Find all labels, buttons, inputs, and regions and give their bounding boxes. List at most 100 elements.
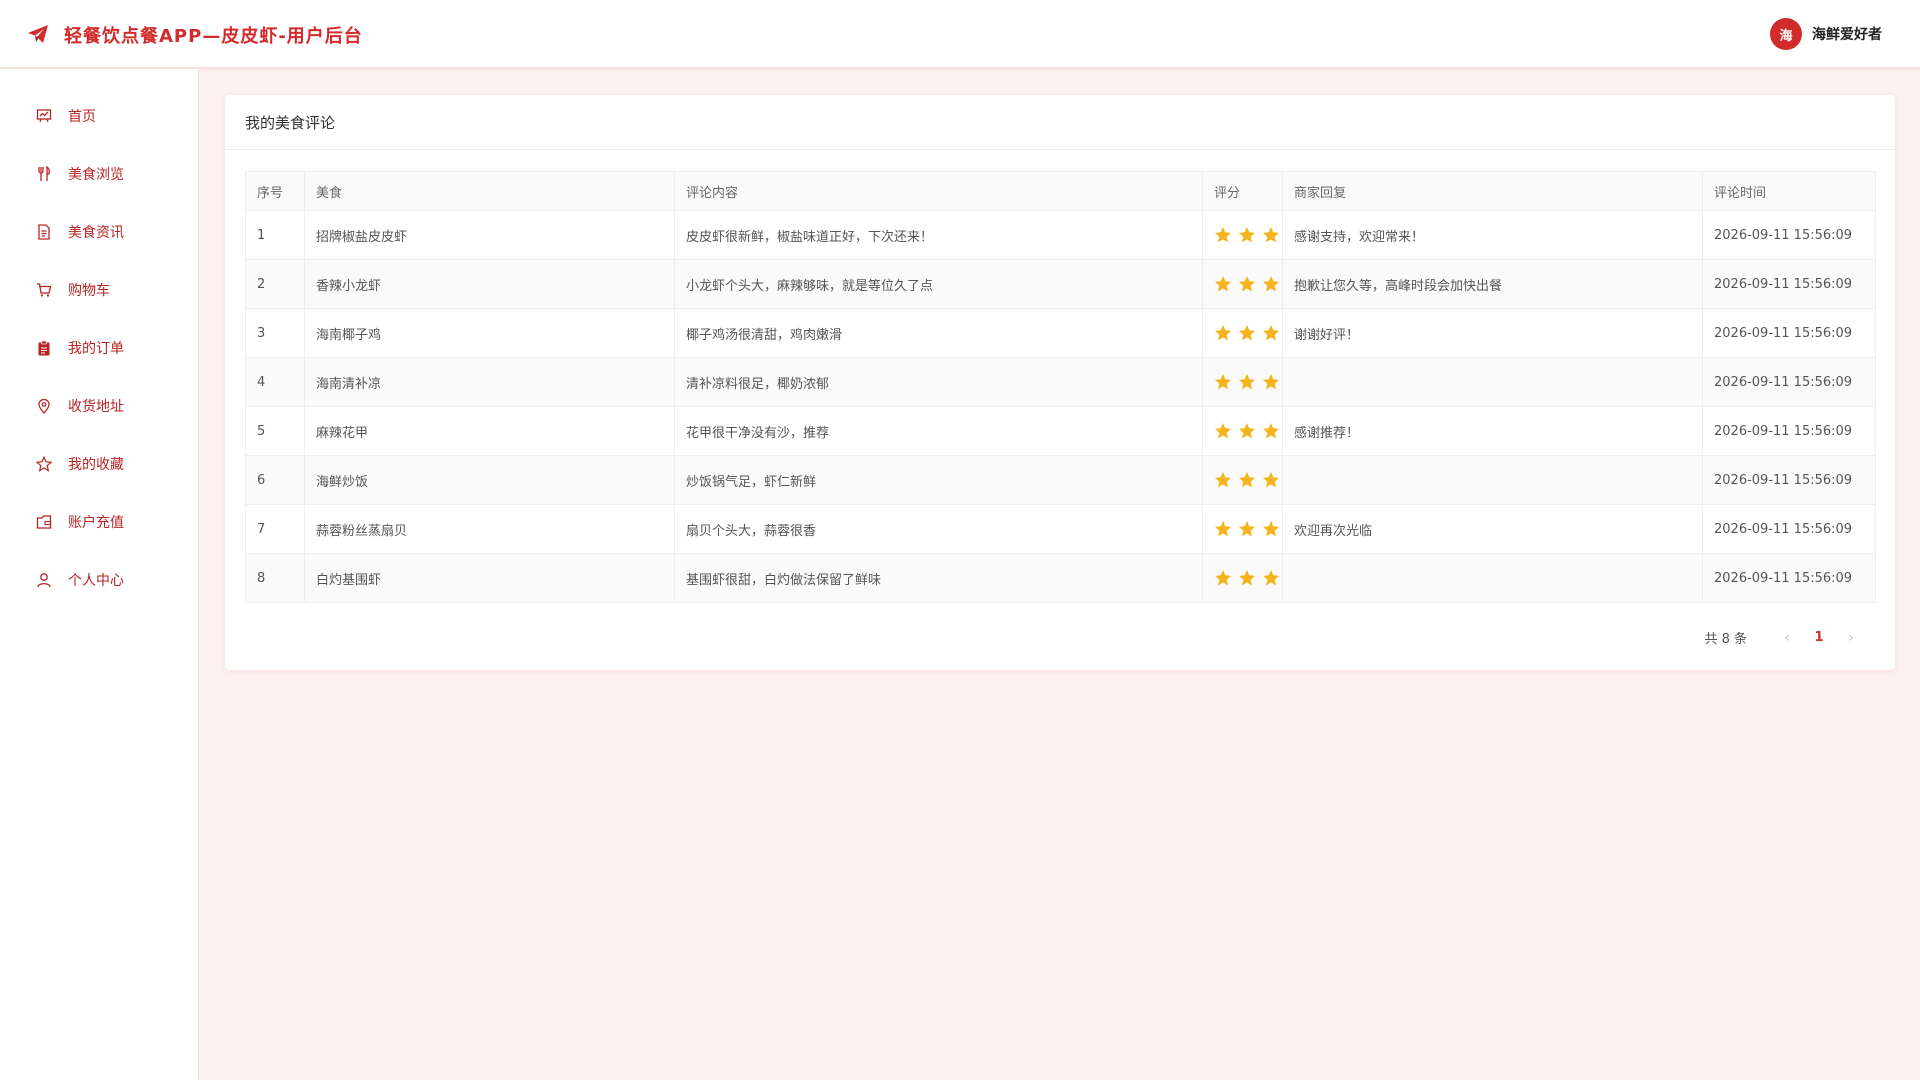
home-board-icon: [36, 108, 52, 124]
star-filled-icon: [1239, 227, 1255, 243]
table-row: 5 麻辣花甲 花甲很干净没有沙，推荐 感谢推荐！ 2026-09-11 15:56:09: [245, 406, 1876, 456]
sidebar-item-label: 美食浏览: [68, 167, 124, 183]
cell-comment: 清补凉料很足，椰奶浓郁: [674, 357, 1203, 407]
star-filled-icon: [1239, 374, 1255, 390]
cell-rating: [1202, 308, 1283, 358]
cell-food: 蒜蓉粉丝蒸扇贝: [304, 504, 675, 554]
star-filled-icon: [1263, 423, 1279, 439]
sidebar-item-recharge[interactable]: 账户充值: [0, 493, 198, 551]
page-number-button[interactable]: 1: [1803, 630, 1835, 645]
rating-stars: [1214, 226, 1282, 244]
cell-food: 海南清补凉: [304, 357, 675, 407]
star-filled-icon: [1263, 276, 1279, 292]
cell-time: 2026-09-11 15:56:09: [1702, 259, 1876, 309]
star-filled-icon: [1215, 227, 1231, 243]
cell-time: 2026-09-11 15:56:09: [1702, 357, 1876, 407]
wallet-icon: [36, 514, 52, 530]
sidebar-item-home[interactable]: 首页: [0, 87, 198, 145]
cell-food: 香辣小龙虾: [304, 259, 675, 309]
star-filled-icon: [1263, 227, 1279, 243]
sidebar-item-label: 首页: [68, 109, 96, 125]
cell-comment: 扇贝个头大，蒜蓉很香: [674, 504, 1203, 554]
sidebar-item-label: 收货地址: [68, 399, 124, 415]
reviews-table: 序号 美食 评论内容 评分 商家回复 评论时间 1 招牌椒盐皮皮虾 皮皮虾很新鲜，椒…: [245, 171, 1876, 603]
cell-rating: [1202, 210, 1283, 260]
sidebar-item-favorites[interactable]: 我的收藏: [0, 435, 198, 493]
sidebar: 首页 美食浏览 美食资讯 购物车 我的订单 收货地址 我的收藏 账户充值 个人中…: [0, 69, 199, 1080]
star-filled-icon: [1215, 570, 1231, 586]
star-filled-icon: [1263, 570, 1279, 586]
sidebar-item-cart[interactable]: 购物车: [0, 261, 198, 319]
rating-stars: [1214, 520, 1282, 538]
sidebar-item-profile[interactable]: 个人中心: [0, 551, 198, 609]
paper-plane-icon: [28, 25, 48, 43]
app-title: 轻餐饮点餐APP—皮皮虾-用户后台: [64, 26, 363, 47]
table-row: 4 海南清补凉 清补凉料很足，椰奶浓郁 2026-09-11 15:56:09: [245, 357, 1876, 407]
cell-comment: 花甲很干净没有沙，推荐: [674, 406, 1203, 456]
cell-food: 海鲜炒饭: [304, 455, 675, 505]
sidebar-item-orders[interactable]: 我的订单: [0, 319, 198, 377]
cell-rating: [1202, 406, 1283, 456]
cell-reply: [1282, 455, 1703, 505]
cell-no: 5: [245, 406, 305, 456]
column-header-comment: 评论内容: [674, 171, 1203, 211]
cell-no: 8: [245, 553, 305, 603]
star-filled-icon: [1263, 325, 1279, 341]
pagination-total: 共 8 条: [1704, 632, 1747, 647]
cell-no: 2: [245, 259, 305, 309]
table-row: 3 海南椰子鸡 椰子鸡汤很清甜，鸡肉嫩滑 谢谢好评！ 2026-09-11 15:56:…: [245, 308, 1876, 358]
star-filled-icon: [1215, 374, 1231, 390]
cell-no: 1: [245, 210, 305, 260]
card-title: 我的美食评论: [225, 95, 1895, 150]
cell-time: 2026-09-11 15:56:09: [1702, 504, 1876, 554]
cell-no: 4: [245, 357, 305, 407]
rating-stars: [1214, 373, 1282, 391]
avatar[interactable]: 海: [1770, 18, 1802, 50]
table-row: 7 蒜蓉粉丝蒸扇贝 扇贝个头大，蒜蓉很香 欢迎再次光临 2026-09-11 15:56…: [245, 504, 1876, 554]
cell-comment: 椰子鸡汤很清甜，鸡肉嫩滑: [674, 308, 1203, 358]
cell-food: 海南椰子鸡: [304, 308, 675, 358]
column-header-reply: 商家回复: [1282, 171, 1703, 211]
cell-no: 7: [245, 504, 305, 554]
star-filled-icon: [1239, 276, 1255, 292]
star-filled-icon: [1215, 423, 1231, 439]
cell-comment: 小龙虾个头大，麻辣够味，就是等位久了点: [674, 259, 1203, 309]
star-filled-icon: [1215, 325, 1231, 341]
cell-reply: 谢谢好评！: [1282, 308, 1703, 358]
cell-comment: 基围虾很甜，白灼做法保留了鲜味: [674, 553, 1203, 603]
star-filled-icon: [1239, 325, 1255, 341]
column-header-time: 评论时间: [1702, 171, 1876, 211]
location-pin-icon: [36, 398, 52, 414]
sidebar-item-food-browse[interactable]: 美食浏览: [0, 145, 198, 203]
next-page-button[interactable]: ›: [1835, 630, 1867, 646]
prev-page-button[interactable]: ‹: [1771, 630, 1803, 646]
star-filled-icon: [1239, 472, 1255, 488]
cell-time: 2026-09-11 15:56:09: [1702, 210, 1876, 260]
table-header-row: 序号 美食 评论内容 评分 商家回复 评论时间: [245, 171, 1876, 211]
sidebar-item-food-news[interactable]: 美食资讯: [0, 203, 198, 261]
reviews-card: 我的美食评论 序号 美食 评论内容 评分 商家回复 评论时间 1 招牌椒盐皮皮虾皮…: [225, 95, 1895, 670]
sidebar-item-address[interactable]: 收货地址: [0, 377, 198, 435]
table-row: 2 香辣小龙虾 小龙虾个头大，麻辣够味，就是等位久了点 抱歉让您久等，高峰时段会加快出…: [245, 259, 1876, 309]
username[interactable]: 海鲜爱好者: [1812, 24, 1882, 44]
star-filled-icon: [1215, 472, 1231, 488]
cart-icon: [36, 282, 52, 298]
star-filled-icon: [1263, 521, 1279, 537]
pagination: 共 8 条 ‹ 1 ›: [1704, 628, 1867, 648]
user-menu[interactable]: 海 海鲜爱好者: [1770, 18, 1882, 50]
rating-stars: [1214, 471, 1282, 489]
cell-rating: [1202, 553, 1283, 603]
cell-rating: [1202, 357, 1283, 407]
sidebar-item-label: 账户充值: [68, 515, 124, 531]
cell-time: 2026-09-11 15:56:09: [1702, 455, 1876, 505]
sidebar-item-label: 美食资讯: [68, 225, 124, 241]
star-filled-icon: [1239, 521, 1255, 537]
cell-reply: 欢迎再次光临: [1282, 504, 1703, 554]
star-filled-icon: [1263, 472, 1279, 488]
cell-time: 2026-09-11 15:56:09: [1702, 308, 1876, 358]
table-row: 8 白灼基围虾 基围虾很甜，白灼做法保留了鲜味 2026-09-11 15:56:09: [245, 553, 1876, 603]
fork-knife-icon: [36, 166, 52, 182]
column-header-rating: 评分: [1202, 171, 1283, 211]
cell-food: 招牌椒盐皮皮虾: [304, 210, 675, 260]
document-icon: [36, 224, 52, 240]
